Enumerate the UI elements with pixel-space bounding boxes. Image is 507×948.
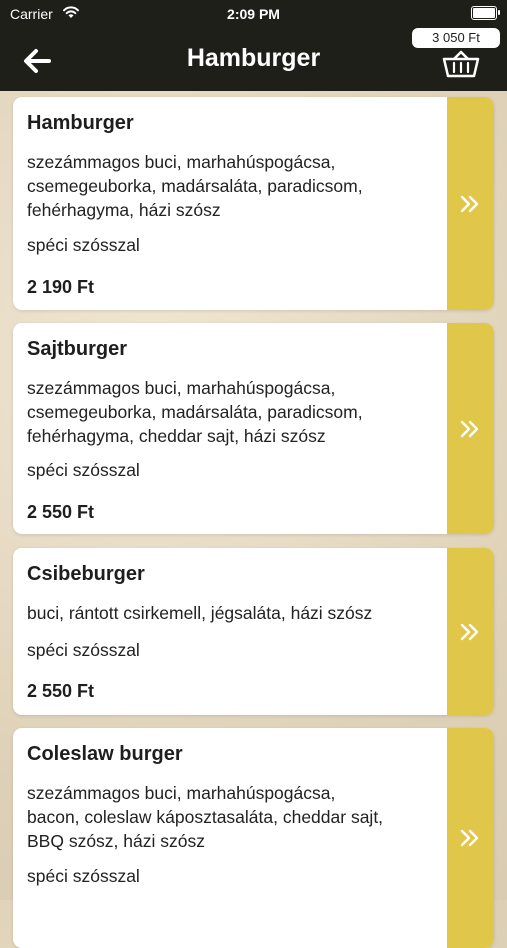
- product-note: spéci szósszal: [27, 235, 140, 255]
- product-name: Hamburger: [27, 112, 134, 134]
- page-title: Hamburger: [186, 44, 321, 72]
- product-name: Csibeburger: [27, 563, 145, 585]
- open-product-button[interactable]: [447, 97, 494, 310]
- top-bar: Carrier 2:09 PM Hamburger 3 050 Ft: [0, 0, 507, 91]
- open-product-button[interactable]: [447, 728, 494, 948]
- open-product-button[interactable]: [447, 548, 494, 715]
- battery-icon: [471, 6, 500, 20]
- product-card[interactable]: Hamburger szezámmagos buci, marhahúspogá…: [13, 97, 494, 310]
- product-card[interactable]: Sajtburger szezámmagos buci, marhahúspog…: [13, 323, 494, 534]
- basket-icon[interactable]: [441, 50, 481, 78]
- product-description: szezámmagos buci, marhahúspogácsa, cseme…: [27, 152, 363, 220]
- product-description: buci, rántott csirkemell, jégsaláta, ház…: [27, 603, 373, 623]
- product-note: spéci szósszal: [27, 866, 140, 886]
- open-product-button[interactable]: [447, 323, 494, 534]
- product-name: Sajtburger: [27, 338, 128, 360]
- product-description: szezámmagos buci, marhahúspogácsa, cseme…: [27, 378, 363, 446]
- cart-total-badge[interactable]: 3 050 Ft: [412, 28, 500, 48]
- double-chevron-right-icon: [460, 829, 479, 847]
- double-chevron-right-icon: [460, 420, 479, 437]
- product-price: 2 550 Ft: [27, 681, 95, 701]
- status-bar: Carrier 2:09 PM: [0, 0, 507, 28]
- double-chevron-right-icon: [460, 195, 479, 212]
- product-name: Coleslaw burger: [27, 743, 183, 765]
- status-time: 2:09 PM: [227, 6, 280, 22]
- double-chevron-right-icon: [460, 623, 479, 640]
- product-card[interactable]: Coleslaw burger szezámmagos buci, marhah…: [13, 728, 494, 948]
- product-note: spéci szósszal: [27, 460, 140, 480]
- product-description: szezámmagos buci, marhahúspogácsa, bacon…: [27, 783, 384, 851]
- product-price: 2 550 Ft: [27, 502, 95, 522]
- product-note: spéci szósszal: [27, 640, 140, 660]
- product-card[interactable]: Csibeburger buci, rántott csirkemell, jé…: [13, 548, 494, 715]
- product-price: 2 190 Ft: [27, 277, 95, 297]
